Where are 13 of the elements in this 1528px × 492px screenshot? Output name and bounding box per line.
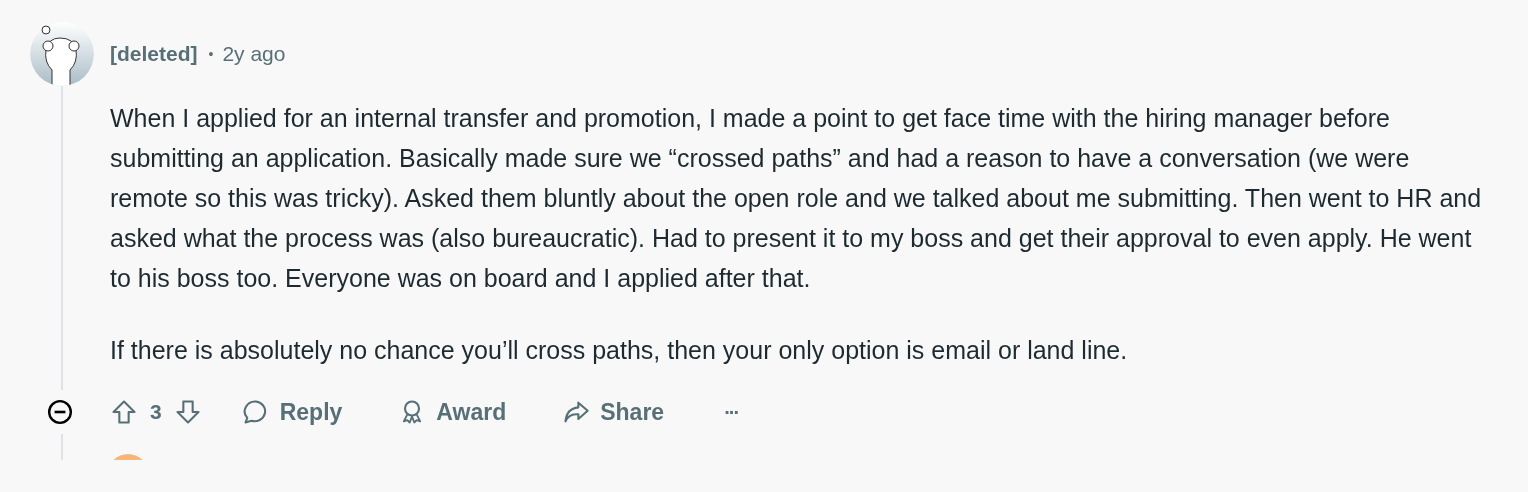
timestamp: 2y ago — [222, 42, 286, 66]
vote-count: 3 — [150, 400, 162, 424]
comment-paragraph: If there is absolutely no chance you’ll cross paths, then your only option is email or land line. — [110, 335, 1129, 366]
share-button[interactable]: Share — [562, 392, 665, 432]
award-button[interactable]: Award — [398, 392, 507, 432]
collapse-icon — [47, 399, 73, 425]
reply-button[interactable]: Reply — [241, 392, 343, 432]
separator-dot: • — [208, 46, 214, 62]
upvote-icon[interactable] — [110, 398, 138, 426]
more-options-button[interactable]: ··· — [724, 392, 739, 432]
avatar-icon — [30, 22, 94, 86]
comment-paragraph: When I applied for an internal transfer and promotion, I made a point to get face time with the hiring manager before submitting an application. Basically made sure we “crossed paths” and had a reason to have a conversation (we were remote so this was tricky). Asked them bluntly about the open role and we talked about me submitting. Then went to HR and asked what the process was (also bureaucratic). Had to present it to my boss and get their approval to even apply. He went to his boss too. Everyone was on board and I applied after that. — [110, 103, 1483, 294]
author-name[interactable]: [deleted] — [110, 42, 198, 66]
